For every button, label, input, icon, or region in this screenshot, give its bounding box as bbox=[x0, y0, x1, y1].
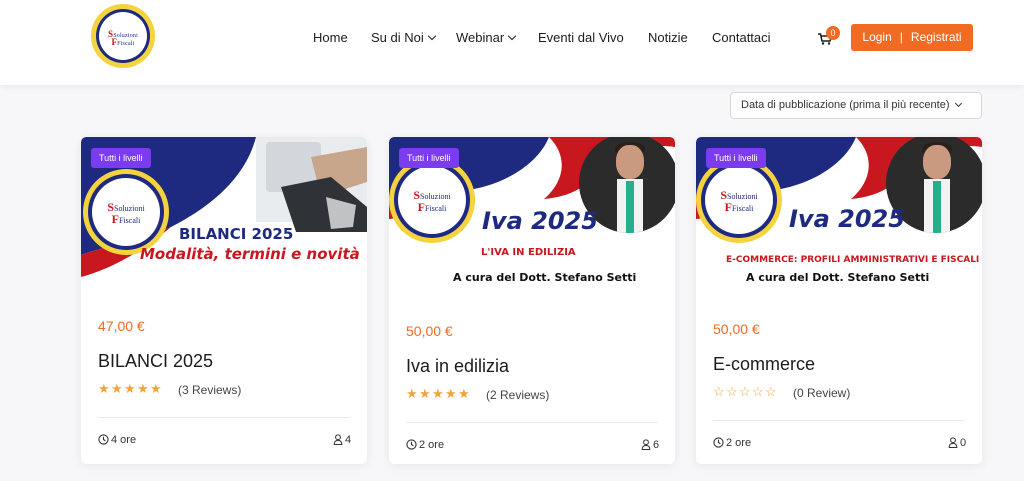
clock-icon bbox=[406, 439, 417, 450]
user-icon bbox=[948, 437, 958, 449]
clock-icon bbox=[98, 434, 109, 445]
thumbnail-subheading: L'IVA IN EDILIZIA bbox=[481, 247, 576, 258]
star-empty-icon: ☆ bbox=[713, 384, 725, 399]
course-price: 47,00 € bbox=[98, 318, 145, 334]
course-title[interactable]: Iva in edilizia bbox=[406, 356, 509, 377]
course-duration: 2 ore bbox=[406, 439, 444, 451]
user-icon bbox=[641, 439, 651, 451]
star-empty-icon: ☆ bbox=[726, 384, 738, 399]
review-count: (2 Reviews) bbox=[486, 388, 550, 402]
course-thumbnail[interactable]: SSoluzioni FFiscali Iva 2025 L'IVA IN ED… bbox=[389, 137, 675, 287]
star-filled-icon: ★ bbox=[458, 386, 470, 401]
star-filled-icon: ★ bbox=[445, 386, 457, 401]
review-count: (0 Review) bbox=[793, 386, 851, 400]
nav-eventi-dal-vivo[interactable]: Eventi dal Vivo bbox=[538, 30, 624, 45]
level-badge: Tutti i livelli bbox=[91, 148, 151, 168]
star-filled-icon: ★ bbox=[150, 381, 162, 396]
sort-selected-value: Data di pubblicazione (prima il più rece… bbox=[741, 99, 950, 111]
nav-webinar[interactable]: Webinar bbox=[456, 30, 517, 45]
course-students: 0 bbox=[948, 437, 966, 449]
card-divider bbox=[713, 420, 965, 421]
star-filled-icon: ★ bbox=[432, 386, 444, 401]
nav-home[interactable]: Home bbox=[313, 30, 348, 45]
thumbnail-heading: BILANCI 2025 bbox=[179, 225, 294, 243]
course-price: 50,00 € bbox=[406, 323, 453, 339]
star-filled-icon: ★ bbox=[98, 381, 110, 396]
course-title[interactable]: BILANCI 2025 bbox=[98, 351, 213, 372]
card-divider bbox=[98, 417, 350, 418]
card-divider bbox=[406, 422, 658, 423]
course-duration: 4 ore bbox=[98, 434, 136, 446]
star-filled-icon: ★ bbox=[137, 381, 149, 396]
course-thumbnail[interactable]: SSoluzioni FFiscali BILANCI 2025 Modalit… bbox=[81, 137, 367, 287]
soluzioni-fiscali-logo: SSoluzioni FFiscali bbox=[696, 157, 782, 243]
soluzioni-fiscali-logo: SSoluzioni FFiscali bbox=[83, 169, 169, 255]
star-empty-icon: ☆ bbox=[765, 384, 777, 399]
course-students: 6 bbox=[641, 439, 659, 451]
star-filled-icon: ★ bbox=[406, 386, 418, 401]
level-badge: Tutti i livelli bbox=[706, 148, 766, 168]
star-empty-icon: ☆ bbox=[752, 384, 764, 399]
thumbnail-author: A cura del Dott. Stefano Setti bbox=[746, 271, 930, 284]
thumbnail-heading: Iva 2025 bbox=[789, 205, 905, 233]
course-card[interactable]: SSoluzioni FFiscali BILANCI 2025 Modalit… bbox=[81, 137, 367, 464]
thumbnail-subheading: Modalità, termini e novità bbox=[140, 245, 360, 263]
course-price: 50,00 € bbox=[713, 321, 760, 337]
login-register-button[interactable]: Login | Registrati bbox=[851, 24, 973, 51]
cart-count-badge: 0 bbox=[826, 26, 840, 40]
login-link[interactable]: Login bbox=[862, 30, 891, 44]
chevron-down-icon bbox=[954, 99, 962, 108]
star-filled-icon: ★ bbox=[111, 381, 123, 396]
chevron-down-icon bbox=[507, 31, 517, 41]
thumbnail-subheading: E-COMMERCE: PROFILI AMMINISTRATIVI E FIS… bbox=[726, 255, 980, 265]
thumbnail-author: A cura del Dott. Stefano Setti bbox=[453, 271, 637, 284]
soluzioni-fiscali-logo: SSoluzioni FFiscali bbox=[389, 157, 475, 243]
review-count: (3 Reviews) bbox=[178, 383, 242, 397]
thumbnail-heading: Iva 2025 bbox=[482, 207, 598, 235]
register-link[interactable]: Registrati bbox=[911, 30, 962, 44]
course-title[interactable]: E-commerce bbox=[713, 354, 815, 375]
star-filled-icon: ★ bbox=[419, 386, 431, 401]
nav-notizie[interactable]: Notizie bbox=[648, 30, 688, 45]
nav-contattaci[interactable]: Contattaci bbox=[712, 30, 771, 45]
course-duration: 2 ore bbox=[713, 437, 751, 449]
star-empty-icon: ☆ bbox=[739, 384, 751, 399]
nav-su-di-noi[interactable]: Su di Noi bbox=[371, 30, 436, 45]
course-card[interactable]: SSoluzioni FFiscali Iva 2025 E-COMMERCE:… bbox=[696, 137, 982, 464]
user-icon bbox=[333, 434, 343, 446]
course-card[interactable]: SSoluzioni FFiscali Iva 2025 L'IVA IN ED… bbox=[389, 137, 675, 464]
site-header: SSoluzioni FFiscali Home Su di Noi Webin… bbox=[0, 0, 1024, 85]
course-thumbnail[interactable]: SSoluzioni FFiscali Iva 2025 E-COMMERCE:… bbox=[696, 137, 982, 287]
sort-select[interactable]: Data di pubblicazione (prima il più rece… bbox=[730, 92, 982, 119]
chevron-down-icon bbox=[427, 31, 436, 41]
clock-icon bbox=[713, 437, 724, 448]
course-students: 4 bbox=[333, 434, 351, 446]
star-filled-icon: ★ bbox=[124, 381, 136, 396]
level-badge: Tutti i livelli bbox=[399, 148, 459, 168]
